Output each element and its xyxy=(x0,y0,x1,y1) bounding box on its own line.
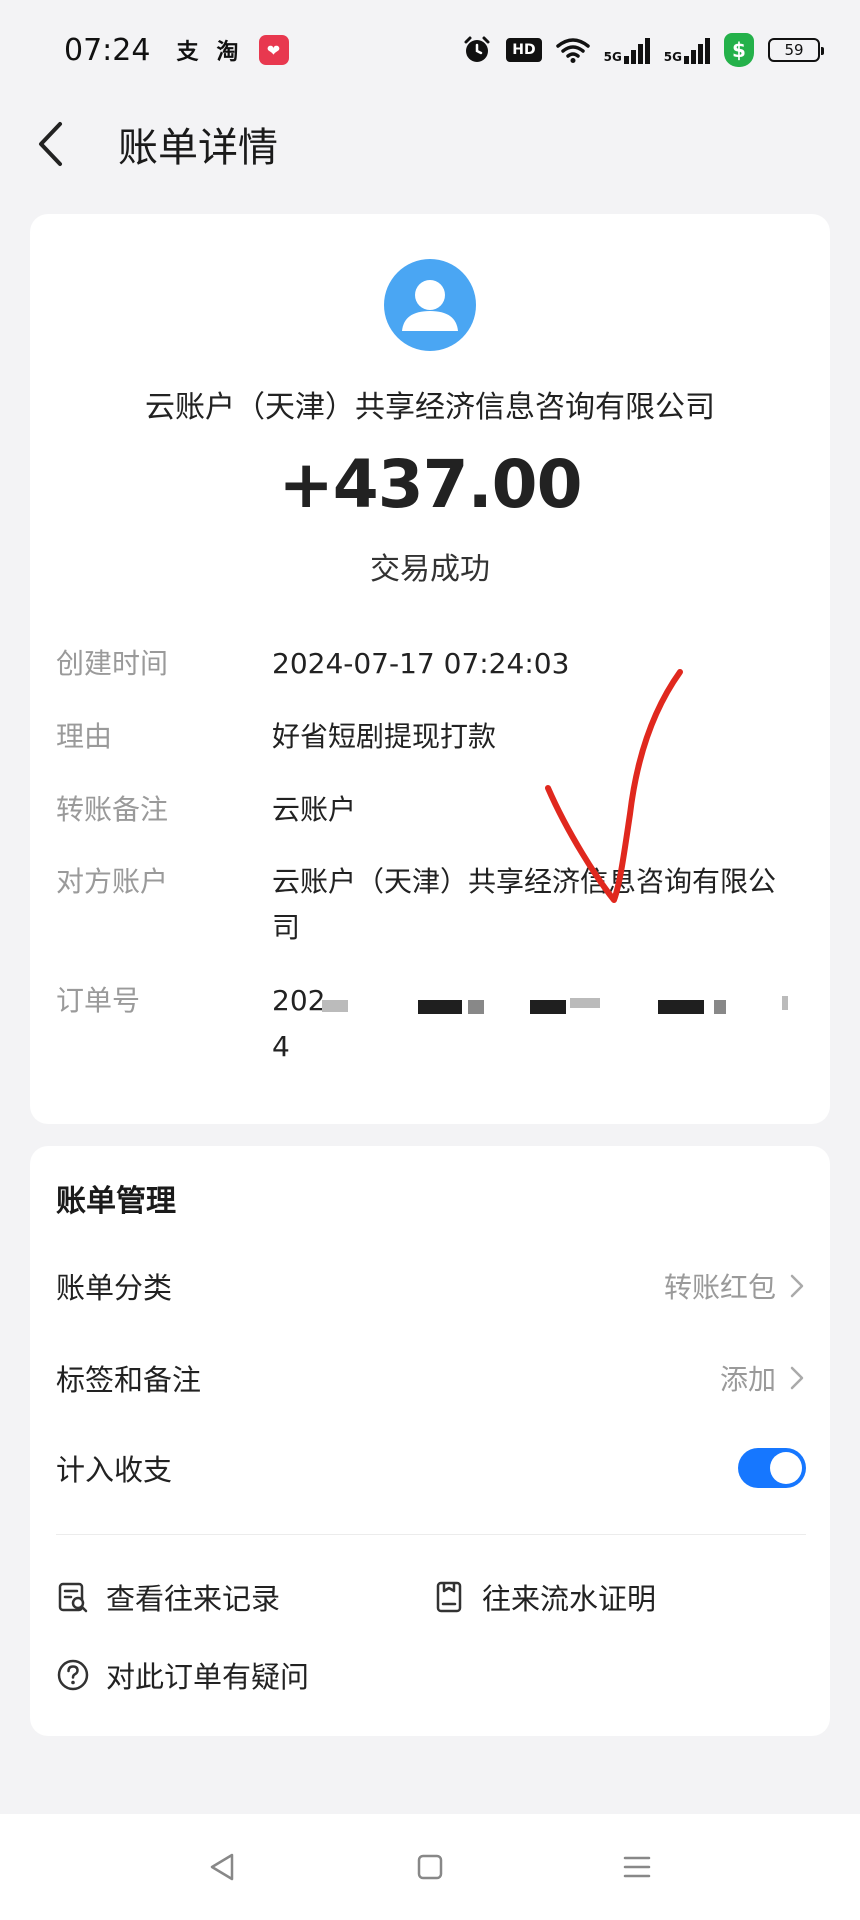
redaction-mark xyxy=(468,1000,484,1014)
avatar-icon xyxy=(384,259,476,351)
redaction-mark xyxy=(418,1000,462,1014)
hd-icon: HD xyxy=(506,38,542,62)
status-icons: HD 5G 5G $ 59 xyxy=(462,33,824,67)
row-right xyxy=(738,1448,806,1488)
alarm-icon xyxy=(462,35,492,65)
include-in-ledger-toggle[interactable] xyxy=(738,1448,806,1488)
divider xyxy=(56,1534,806,1535)
detail-label: 理由 xyxy=(56,720,113,753)
section-title: 账单管理 xyxy=(56,1184,176,1219)
detail-value: 2024-07-17 07:24:03 xyxy=(272,647,570,680)
detail-label: 订单号 xyxy=(56,984,141,1017)
screen: 07:24 支 淘 ❤ HD 5G 5G $ 59 账单详情 云账户（天津）共享… xyxy=(0,0,860,1920)
menu-icon xyxy=(623,1856,650,1878)
order-question-link[interactable]: 对此订单有疑问 xyxy=(56,1654,309,1696)
detail-value: 云账户 xyxy=(272,793,357,826)
signal-5g-icon: 5G xyxy=(664,36,710,64)
checkmark-annotation xyxy=(545,669,683,903)
detail-label: 创建时间 xyxy=(56,647,169,680)
triangle-back-icon xyxy=(211,1853,234,1881)
signal-5g-icon: 5G xyxy=(604,36,650,64)
status-app-indicator: 淘 xyxy=(216,40,239,65)
order-number-prefix: 202 xyxy=(272,984,326,1017)
redaction-mark xyxy=(658,1000,704,1014)
nav-home-button[interactable] xyxy=(400,1837,460,1897)
bill-category-row[interactable]: 账单分类 转账红包 xyxy=(56,1256,806,1316)
row-right: 添加 xyxy=(720,1358,806,1398)
detail-label: 转账备注 xyxy=(56,793,169,826)
row-label: 标签和备注 xyxy=(56,1363,202,1397)
detail-value: 好省短剧提现打款 xyxy=(272,720,497,753)
redaction-mark xyxy=(322,1000,348,1012)
row-label: 账单分类 xyxy=(56,1271,173,1305)
shield-icon: $ xyxy=(724,33,754,67)
row-label: 计入收支 xyxy=(56,1453,173,1487)
link-label: 往来流水证明 xyxy=(482,1582,657,1616)
status-time: 07:24 xyxy=(64,32,151,68)
statement-proof-link[interactable]: 往来流水证明 xyxy=(432,1576,656,1618)
nav-menu-button[interactable] xyxy=(607,1837,667,1897)
detail-value: 云账户（天津）共享经济信息咨询有限公司 xyxy=(272,865,777,944)
nav-back-button[interactable] xyxy=(193,1837,253,1897)
back-button[interactable] xyxy=(30,114,70,174)
question-icon xyxy=(57,1659,89,1691)
toggle-knob xyxy=(770,1452,802,1484)
status-bar: 07:24 支 淘 ❤ HD 5G 5G $ 59 xyxy=(0,0,860,100)
bill-management-card: 账单管理 账单分类 转账红包 标签和备注 添加 计入收支 查看往来记录 往来流水… xyxy=(30,1146,830,1736)
chevron-right-icon xyxy=(790,1274,804,1298)
battery-icon: 59 xyxy=(768,38,824,62)
status-app-indicator: 支 xyxy=(176,40,199,65)
row-right: 转账红包 xyxy=(664,1266,806,1306)
system-nav-bar xyxy=(0,1814,860,1920)
link-label: 查看往来记录 xyxy=(106,1582,281,1616)
signal-label: 5G xyxy=(603,50,622,64)
heart-app-icon: ❤ xyxy=(258,35,289,65)
page-title: 账单详情 xyxy=(118,125,278,171)
chevron-left-icon xyxy=(39,122,62,166)
detail-value: 202 4 xyxy=(272,978,792,1070)
square-home-icon xyxy=(417,1854,443,1880)
header: 账单详情 xyxy=(0,100,860,188)
chevron-right-icon xyxy=(790,1366,804,1390)
signal-label: 5G xyxy=(663,50,682,64)
payer-name: 云账户（天津）共享经济信息咨询有限公司 xyxy=(145,390,715,425)
tags-notes-row[interactable]: 标签和备注 添加 xyxy=(56,1348,806,1408)
detail-label: 对方账户 xyxy=(56,865,169,898)
statement-icon xyxy=(436,1581,462,1613)
wifi-icon xyxy=(555,37,590,63)
row-value: 添加 xyxy=(719,1363,776,1396)
detail-row-order-number: 订单号 202 4 xyxy=(56,978,816,1070)
redaction-mark xyxy=(570,998,600,1008)
transaction-card: 云账户（天津）共享经济信息咨询有限公司 +437.00 交易成功 创建时间 20… xyxy=(30,214,830,1124)
link-label: 对此订单有疑问 xyxy=(106,1660,310,1694)
transaction-amount: +437.00 xyxy=(278,446,583,523)
record-search-icon xyxy=(58,1582,88,1613)
redaction-mark xyxy=(530,1000,566,1014)
include-in-ledger-row: 计入收支 xyxy=(56,1438,806,1498)
row-value: 转账红包 xyxy=(663,1271,776,1304)
redaction-mark xyxy=(714,1000,726,1014)
view-records-link[interactable]: 查看往来记录 xyxy=(56,1576,280,1618)
order-number-suffix: 4 xyxy=(272,1030,290,1063)
transaction-status: 交易成功 xyxy=(370,552,490,587)
redaction-mark xyxy=(782,996,788,1010)
